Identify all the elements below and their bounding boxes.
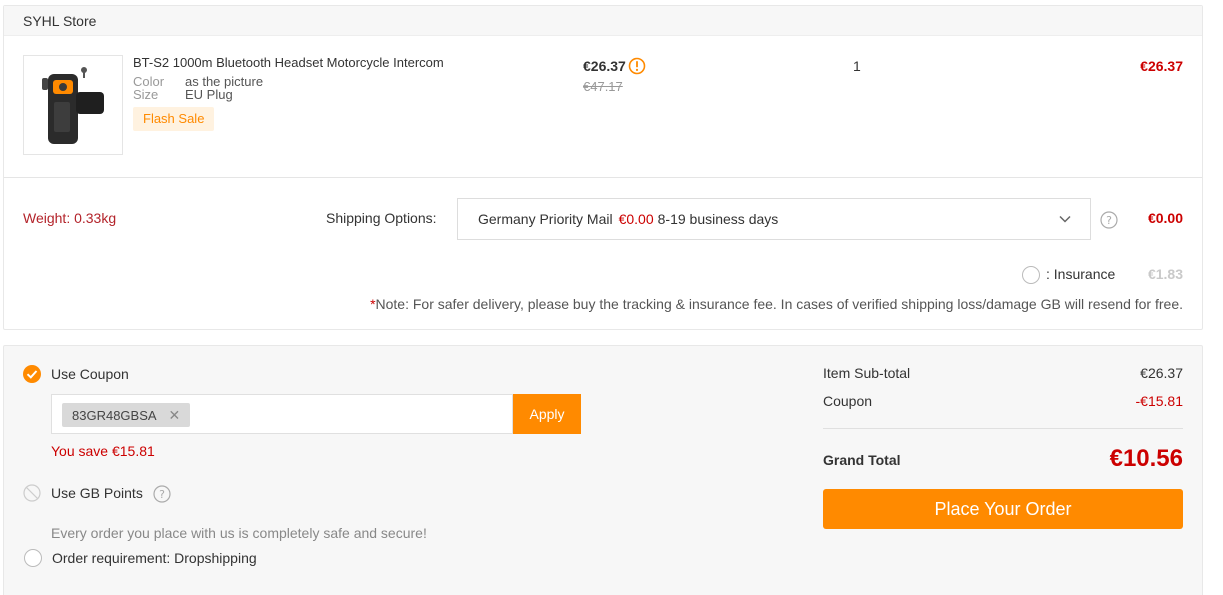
shipping-options-label: Shipping Options:	[326, 210, 437, 226]
original-price: €47.17	[583, 79, 623, 94]
quantity: 1	[853, 58, 861, 74]
subtotal-label: Item Sub-total	[823, 365, 911, 381]
package-weight: Weight: 0.33kg	[23, 210, 117, 226]
product-size: Size EU Plug	[133, 87, 233, 102]
subtotal-row: Item Sub-total €26.37	[823, 365, 1183, 381]
chevron-down-icon	[1059, 215, 1071, 223]
close-icon[interactable]: ✕	[169, 407, 181, 423]
shipping-method-time: 8-19 business days	[657, 211, 779, 227]
use-coupon-label[interactable]: Use Coupon	[51, 366, 129, 382]
check-circle-icon[interactable]	[23, 365, 41, 383]
coupon-input[interactable]: 83GR48GBSA ✕	[51, 394, 513, 434]
coupon-code-tag: 83GR48GBSA ✕	[62, 403, 191, 427]
svg-text:?: ?	[159, 488, 165, 501]
shipping-method-select[interactable]: Germany Priority Mail €0.00 8-19 business …	[457, 198, 1091, 240]
coupon-code: 83GR48GBSA	[72, 408, 157, 423]
checkout-panel: Use Coupon 83GR48GBSA ✕ Apply You save €1…	[3, 345, 1203, 595]
place-order-button[interactable]: Place Your Order	[823, 489, 1183, 529]
flash-sale-badge: Flash Sale	[133, 107, 215, 131]
coupon-summary-value: -€15.81	[1135, 393, 1183, 409]
store-name[interactable]: SYHL Store	[4, 6, 1202, 36]
help-icon[interactable]: ?	[153, 485, 171, 503]
coupon-row: Coupon -€15.81	[823, 393, 1183, 409]
insurance-price: €1.83	[1147, 266, 1183, 282]
product-title[interactable]: BT-S2 1000m Bluetooth Headset Motorcycle…	[133, 55, 444, 70]
line-total: €26.37	[1140, 58, 1183, 74]
shipping-note: *Note: For safer delivery, please buy th…	[370, 296, 1183, 312]
insurance-label: : Insurance	[1046, 266, 1116, 282]
size-label: Size	[133, 87, 159, 102]
dropshipping-radio[interactable]	[24, 549, 42, 567]
insurance-radio[interactable]	[1022, 266, 1040, 284]
unit-price: €26.37	[583, 58, 626, 74]
summary-divider	[823, 428, 1183, 429]
shipping-cost: €0.00	[1147, 210, 1183, 226]
dropshipping-label: Order requirement: Dropshipping	[52, 550, 257, 566]
help-icon[interactable]: ?	[1100, 211, 1118, 229]
use-gb-points-label: Use GB Points	[51, 485, 143, 501]
shipping-method-name: Germany Priority Mail	[478, 211, 613, 227]
size-value: EU Plug	[185, 87, 233, 102]
ban-icon[interactable]	[23, 484, 41, 502]
warning-icon[interactable]	[628, 57, 646, 75]
product-row: BT-S2 1000m Bluetooth Headset Motorcycle…	[4, 36, 1202, 178]
security-note: Every order you place with us is complet…	[51, 525, 427, 541]
store-card: SYHL Store BT-S2 1000m Bluetooth Headset…	[3, 5, 1203, 330]
coupon-savings: You save €15.81	[51, 443, 155, 459]
shipping-method-price: €0.00	[618, 211, 654, 227]
svg-text:?: ?	[1106, 214, 1112, 227]
note-text: Note: For safer delivery, please buy the…	[375, 296, 1183, 312]
product-image[interactable]	[23, 55, 123, 155]
apply-coupon-button[interactable]: Apply	[513, 394, 581, 434]
grand-total-value: €10.56	[1109, 445, 1183, 472]
coupon-summary-label: Coupon	[823, 393, 873, 409]
subtotal-value: €26.37	[1140, 365, 1183, 381]
